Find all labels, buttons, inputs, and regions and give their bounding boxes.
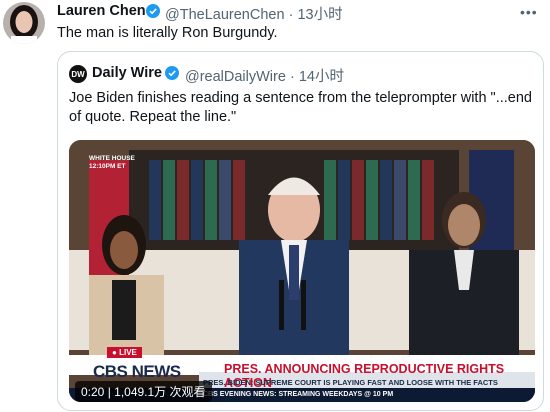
separator-dot: · <box>288 7 294 23</box>
more-dots-icon[interactable]: ••• <box>520 4 538 20</box>
tweet-text: The man is literally Ron Burgundy. <box>57 25 278 41</box>
verified-badge-icon <box>146 4 160 18</box>
tag-line-2: 12:10PM ET <box>89 163 126 170</box>
live-dot-icon: ● <box>112 348 117 357</box>
separator-dot: · <box>289 69 295 85</box>
quoted-tweet-text: Joe Biden finishes reading a sentence fr… <box>69 90 532 125</box>
live-label: LIVE <box>119 348 137 357</box>
verified-badge-icon <box>165 66 179 80</box>
author-handle[interactable]: @TheLaurenChen <box>165 7 285 23</box>
author-name[interactable]: Lauren Chen <box>57 3 146 19</box>
video-player[interactable]: WHITE HOUSE 12:10PM ET ● LIVE CBS NEWS P… <box>69 140 535 402</box>
cbs-news-logo: CBS NEWS <box>93 362 181 381</box>
author-avatar[interactable] <box>3 2 45 44</box>
quoted-author-name[interactable]: Daily Wire <box>92 65 162 81</box>
author-handle-and-time[interactable]: @TheLaurenChen · 13小时 <box>165 3 343 24</box>
news-ticker: CBS EVENING NEWS: STREAMING WEEKDAYS @ 1… <box>203 391 394 398</box>
quoted-handle-and-time[interactable]: @realDailyWire · 14小时 <box>185 65 344 86</box>
white-house-tag: WHITE HOUSE 12:10PM ET <box>89 155 135 171</box>
tweet-time[interactable]: 13小时 <box>297 7 342 23</box>
tag-line-1: WHITE HOUSE <box>89 155 135 162</box>
live-badge: ● LIVE <box>107 347 142 358</box>
news-subline: PRES. BIDEN: SUPREME COURT IS PLAYING FA… <box>203 378 498 387</box>
video-time-views: 0:20 | 1,049.1万 次观看 <box>75 381 212 402</box>
quoted-time[interactable]: 14小时 <box>299 69 344 85</box>
quoted-tweet-card[interactable]: DW Daily Wire @realDailyWire · 14小时 Joe … <box>57 51 544 411</box>
daily-wire-avatar[interactable]: DW <box>69 65 87 83</box>
quoted-handle[interactable]: @realDailyWire <box>185 69 286 85</box>
